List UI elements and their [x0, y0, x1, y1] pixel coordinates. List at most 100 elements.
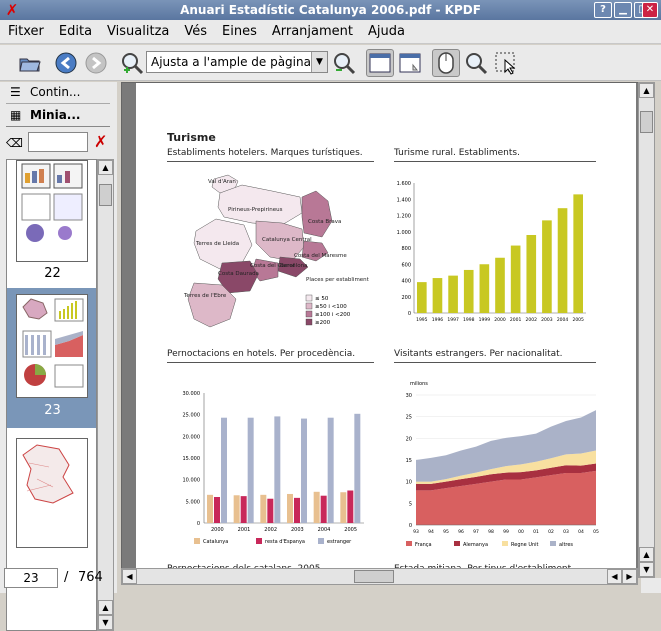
y-tick-label: 15.000 — [183, 456, 201, 462]
menu-arranjament[interactable]: Arranjament — [264, 20, 360, 39]
x-tick-label: 1998 — [463, 317, 475, 323]
y-tick-label: 600 — [401, 262, 411, 268]
bar — [347, 490, 354, 523]
scroll-left-arrow-icon[interactable]: ◀ — [607, 569, 622, 584]
fit-width-icon[interactable] — [366, 49, 394, 77]
legend-swatch — [256, 538, 262, 544]
thumbnail-list[interactable]: 22 23 — [6, 159, 97, 631]
scroll-down-arrow-icon[interactable]: ▼ — [639, 562, 654, 577]
zoom-select[interactable]: Ajusta a l'ample de pàgina ▼ — [146, 51, 328, 73]
x-tick-label: 2000 — [494, 317, 506, 323]
section-title: Pernoctacions en hotels. Per procedència… — [167, 349, 356, 359]
thumbnail-search-input[interactable] — [28, 132, 88, 152]
x-tick-label: 2004 — [557, 317, 569, 323]
thumbnails-icon: ▦ — [10, 108, 22, 122]
x-tick-label: 99 — [503, 529, 509, 535]
bar — [214, 497, 220, 523]
map-label: Terres de l'Ebre — [183, 293, 227, 299]
legend-label: Regne Unit — [511, 542, 539, 548]
x-tick-label: 2005 — [344, 527, 357, 533]
x-tick-label: 2003 — [541, 317, 553, 323]
page-thumbnail-22[interactable] — [16, 160, 88, 262]
select-tool-icon[interactable] — [492, 49, 520, 77]
legend-swatch — [305, 318, 313, 326]
two-pages-icon[interactable] — [396, 49, 424, 77]
section-rule — [167, 362, 374, 363]
scroll-up-arrow-icon[interactable]: ▲ — [639, 83, 654, 98]
y-tick-label: 5.000 — [186, 499, 200, 505]
forward-arrow-icon[interactable] — [82, 49, 110, 77]
document-viewer[interactable]: Turisme Establiments hotelers. Marques t… — [121, 82, 641, 579]
scroll-right-arrow-icon[interactable]: ▶ — [622, 569, 637, 584]
vertical-scroll-handle[interactable] — [640, 111, 653, 133]
map-label: Costa del Garraf — [250, 263, 296, 269]
zoom-out-icon[interactable] — [330, 49, 358, 77]
x-tick-label: 2005 — [572, 317, 584, 323]
page-separator: / — [64, 570, 69, 585]
page-thumbnail-23[interactable] — [16, 294, 88, 398]
zoom-tool-icon[interactable] — [462, 49, 490, 77]
foreign-visitors-chart: milions05101520253093 94 95 96 97 98 99 00 01 02 0… — [406, 381, 599, 548]
y-tick-label: 0 — [408, 311, 411, 317]
resize-grip-icon[interactable] — [641, 578, 661, 593]
minimize-button[interactable]: ▁ — [614, 2, 632, 18]
scroll-up-arrow-icon[interactable]: ▲ — [98, 600, 113, 615]
bar — [240, 496, 247, 523]
thumbnail-scroll-handle[interactable] — [99, 184, 112, 206]
back-arrow-icon[interactable] — [52, 49, 80, 77]
menu-visualitza[interactable]: Visualitza — [99, 20, 176, 39]
menu-edita[interactable]: Edita — [51, 20, 99, 39]
vertical-scrollbar[interactable]: ▲ ▲ ▼ — [638, 82, 655, 578]
x-tick-label: 04 — [578, 529, 584, 535]
current-page-input[interactable] — [4, 568, 58, 588]
filter-bookmarks-icon[interactable]: ✗ — [94, 132, 107, 151]
legend-swatch — [194, 538, 200, 544]
scroll-down-arrow-icon[interactable]: ▼ — [98, 615, 113, 630]
bar — [557, 208, 568, 313]
y-tick-label: 20 — [406, 436, 412, 442]
y-tick-label: 5 — [409, 501, 412, 507]
legend-label: Catalunya — [203, 539, 228, 545]
scroll-left-arrow-icon[interactable]: ◀ — [122, 569, 137, 584]
side-panel: ☰ Contin... ▦ Minia... ⌫ ✗ 22 23 ▲ ▲ ▼ /… — [0, 82, 117, 631]
page-thumbnail-24[interactable] — [16, 438, 88, 548]
help-button[interactable]: ? — [594, 2, 612, 18]
menu-fitxer[interactable]: Fitxer — [0, 20, 51, 39]
y-tick-label: 20.000 — [183, 434, 201, 440]
chevron-down-icon[interactable]: ▼ — [311, 52, 327, 72]
close-button[interactable]: ✕ — [642, 2, 658, 18]
horizontal-scrollbar[interactable]: ◀ ◀ ▶ — [121, 568, 638, 585]
legend-swatch — [305, 294, 313, 302]
contents-icon: ☰ — [10, 85, 21, 99]
x-tick-label: 2000 — [211, 527, 224, 533]
map-label: Val d'Aran — [208, 179, 236, 185]
y-tick-label: 400 — [401, 279, 411, 285]
mouse-browse-icon[interactable] — [432, 49, 460, 77]
menu-ajuda[interactable]: Ajuda — [360, 20, 412, 39]
thumbnail-label-22: 22 — [44, 266, 61, 281]
bar — [320, 495, 327, 523]
scroll-up-arrow-icon[interactable]: ▲ — [639, 547, 654, 562]
legend-label: França — [415, 542, 432, 548]
open-folder-icon[interactable] — [16, 49, 44, 77]
toolbar: Ajusta a l'ample de pàgina ▼ — [0, 45, 661, 81]
tab-thumbnails[interactable]: ▦ Minia... — [6, 105, 110, 127]
zoom-in-icon[interactable] — [118, 49, 146, 77]
scroll-up-arrow-icon[interactable]: ▲ — [98, 160, 113, 175]
horizontal-scroll-handle[interactable] — [354, 570, 394, 583]
bar — [479, 264, 490, 313]
tab-contents[interactable]: ☰ Contin... — [6, 82, 110, 104]
thumbnail-scrollbar[interactable]: ▲ ▲ ▼ — [97, 159, 114, 631]
bar — [463, 269, 474, 313]
menu-eines[interactable]: Eines — [214, 20, 264, 39]
bar — [354, 413, 361, 523]
y-tick-label: 10 — [406, 480, 412, 486]
clear-field-icon[interactable]: ⌫ — [6, 136, 23, 150]
bar — [294, 497, 300, 523]
y-axis-label: milions — [410, 381, 428, 387]
bar — [432, 278, 443, 313]
bar — [287, 493, 293, 523]
menu-ves[interactable]: Vés — [176, 20, 214, 39]
kpdf-app-icon[interactable]: ✗ — [4, 2, 20, 18]
map-label: Costa del Maresme — [294, 253, 347, 259]
